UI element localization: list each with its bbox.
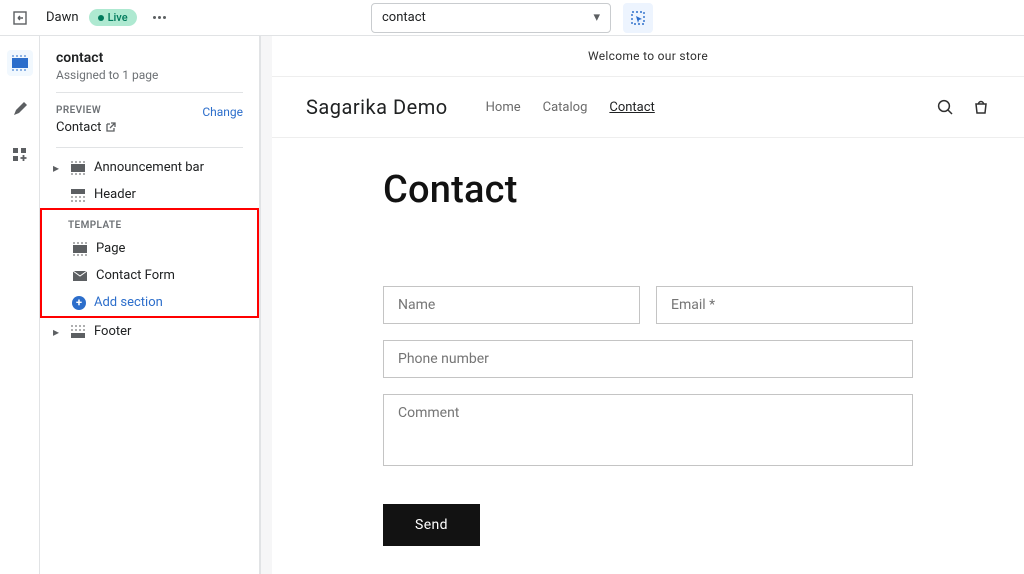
- sidebar-header: contact Assigned to 1 page: [40, 36, 259, 92]
- section-announcement-bar[interactable]: ▸ Announcement bar: [40, 154, 259, 181]
- topbar-left: Dawn Live: [10, 8, 166, 28]
- rail-sections[interactable]: [7, 50, 33, 76]
- rail-apps[interactable]: [7, 142, 33, 168]
- template-group-label: TEMPLATE: [42, 210, 257, 235]
- store-brand: Sagarika Demo: [306, 95, 448, 119]
- announcement-bar: Welcome to our store: [272, 36, 1024, 77]
- section-page[interactable]: ▸ Page: [42, 235, 257, 262]
- topbar-center: contact ▾: [371, 3, 653, 33]
- main-area: contact Assigned to 1 page PREVIEW Conta…: [0, 36, 1024, 574]
- cart-icon[interactable]: [972, 98, 990, 116]
- preview-page-link[interactable]: Contact: [56, 120, 116, 135]
- sections-icon: [11, 55, 29, 71]
- section-list: ▸ Announcement bar ▸ Header TEMPLATE ▸ P…: [40, 148, 259, 351]
- template-highlight-box: TEMPLATE ▸ Page ▸ Contact Form ▸ + Add s…: [40, 208, 259, 318]
- store-header: Sagarika Demo Home Catalog Contact: [272, 77, 1024, 138]
- nav-contact[interactable]: Contact: [609, 100, 654, 115]
- section-label: Footer: [94, 324, 131, 339]
- section-footer[interactable]: ▸ Footer: [40, 318, 259, 345]
- name-field[interactable]: [383, 286, 640, 324]
- page-body: Contact Send: [272, 138, 1024, 574]
- storefront-preview: Welcome to our store Sagarika Demo Home …: [272, 36, 1024, 574]
- page-selector[interactable]: contact ▾: [371, 3, 611, 33]
- sidebar: contact Assigned to 1 page PREVIEW Conta…: [40, 36, 260, 574]
- template-title: contact: [56, 50, 243, 66]
- chevron-right-icon: ▸: [50, 161, 62, 175]
- exit-icon: [12, 10, 28, 26]
- section-icon: [70, 161, 86, 175]
- preview-label: PREVIEW: [56, 105, 116, 116]
- nav-catalog[interactable]: Catalog: [543, 100, 588, 115]
- sidebar-gutter: [260, 36, 272, 574]
- section-icon: [70, 325, 86, 339]
- email-field[interactable]: [656, 286, 913, 324]
- page-selector-value: contact: [382, 10, 426, 25]
- inspector-button[interactable]: [623, 3, 653, 33]
- section-header[interactable]: ▸ Header: [40, 181, 259, 208]
- top-bar: Dawn Live contact ▾: [0, 0, 1024, 36]
- live-badge: Live: [89, 9, 137, 26]
- nav-home[interactable]: Home: [486, 100, 521, 115]
- section-label: Header: [94, 187, 136, 202]
- search-icon[interactable]: [936, 98, 954, 116]
- add-section-label: Add section: [94, 295, 163, 310]
- add-section-button[interactable]: ▸ + Add section: [42, 289, 257, 316]
- chevron-down-icon: ▾: [593, 10, 600, 25]
- section-contact-form[interactable]: ▸ Contact Form: [42, 262, 257, 289]
- change-preview-link[interactable]: Change: [202, 105, 243, 119]
- chevron-right-icon: ▸: [50, 325, 62, 339]
- external-link-icon: [105, 122, 116, 133]
- paintbrush-icon: [11, 101, 28, 118]
- preview-block: PREVIEW Contact Change: [40, 93, 259, 147]
- section-icon: [72, 242, 88, 256]
- store-nav: Home Catalog Contact: [486, 100, 655, 115]
- section-label: Contact Form: [96, 268, 175, 283]
- preview-canvas: Welcome to our store Sagarika Demo Home …: [272, 36, 1024, 574]
- exit-button[interactable]: [10, 8, 30, 28]
- send-button[interactable]: Send: [383, 504, 480, 546]
- comment-field[interactable]: [383, 394, 913, 466]
- mail-icon: [72, 269, 88, 283]
- preview-page-name: Contact: [56, 120, 101, 135]
- inspector-icon: [630, 10, 646, 26]
- section-icon: [70, 188, 86, 202]
- section-label: Page: [96, 241, 125, 256]
- theme-name: Dawn: [46, 10, 79, 25]
- template-subtitle: Assigned to 1 page: [56, 68, 243, 82]
- rail-theme-settings[interactable]: [7, 96, 33, 122]
- nav-rail: [0, 36, 40, 574]
- header-icons: [936, 98, 990, 116]
- section-label: Announcement bar: [94, 160, 204, 175]
- apps-icon: [12, 147, 28, 163]
- more-button[interactable]: [153, 16, 166, 19]
- plus-icon: +: [72, 296, 86, 310]
- phone-field[interactable]: [383, 340, 913, 378]
- page-heading: Contact: [383, 168, 913, 212]
